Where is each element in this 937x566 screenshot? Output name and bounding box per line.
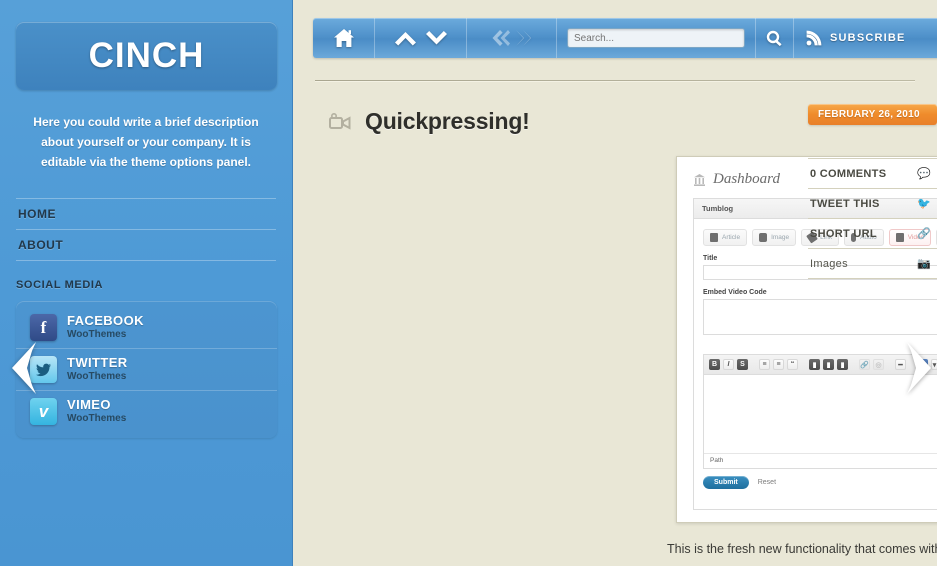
format-label-image: Image bbox=[771, 234, 790, 241]
search-field-cell bbox=[557, 18, 756, 58]
blockquote-icon[interactable]: “ bbox=[787, 359, 798, 370]
post-header: Quickpressing! bbox=[329, 108, 530, 135]
vimeo-icon-glyph: v bbox=[38, 401, 49, 421]
left-sidebar: CINCH Here you could write a brief descr… bbox=[0, 0, 293, 566]
main-content: SUBSCRIBE Quickpressing! bbox=[293, 0, 937, 566]
post-meta-list: 0 COMMENTS 💬 TWEET THIS 🐦 SHORT URL 🔗 Im… bbox=[808, 158, 937, 279]
social-label-facebook: FACEBOOK bbox=[67, 313, 144, 329]
reset-button[interactable]: Reset bbox=[758, 479, 776, 486]
post-date-badge: FEBRUARY 26, 2010 bbox=[808, 104, 937, 125]
site-logo[interactable]: CINCH bbox=[16, 22, 277, 90]
meta-label-images: Images bbox=[810, 257, 848, 270]
editor-mode-tabs: Visual HTML bbox=[703, 342, 937, 354]
article-icon bbox=[710, 233, 718, 242]
bold-icon[interactable]: B bbox=[709, 359, 720, 370]
post-body-text: This is the fresh new functionality that… bbox=[667, 542, 937, 556]
subscribe-label: SUBSCRIBE bbox=[830, 32, 906, 44]
social-label-twitter: TWITTER bbox=[67, 355, 128, 371]
vimeo-icon: v bbox=[30, 398, 57, 425]
meta-row-short-url[interactable]: SHORT URL 🔗 bbox=[808, 218, 937, 248]
image-icon: 📷 bbox=[917, 258, 931, 270]
facebook-icon-glyph: f bbox=[40, 317, 47, 337]
format-label-article: Article bbox=[722, 234, 741, 241]
main-navigation: HOME ABOUT bbox=[16, 198, 276, 261]
social-item-twitter[interactable]: TWITTER WooThemes bbox=[16, 348, 277, 390]
align-right-icon[interactable]: ▮ bbox=[837, 359, 848, 370]
prevnext-nav-buttons[interactable] bbox=[467, 18, 557, 58]
search-input[interactable] bbox=[567, 28, 745, 48]
meta-label-tweet-this: TWEET THIS bbox=[810, 197, 880, 210]
search-button[interactable] bbox=[756, 18, 794, 58]
chevron-left-icon bbox=[12, 342, 36, 394]
nav-item-about[interactable]: ABOUT bbox=[16, 229, 276, 261]
chevron-down-icon[interactable] bbox=[425, 30, 448, 46]
editor-path-bar: Path ◢ bbox=[704, 453, 937, 468]
twitter-bird-icon: 🐦 bbox=[917, 198, 931, 210]
embed-field-textarea[interactable] bbox=[703, 299, 937, 335]
social-sub-vimeo: WooThemes bbox=[67, 413, 127, 425]
format-button-article[interactable]: Article bbox=[703, 229, 748, 246]
meta-row-images[interactable]: Images 📷 bbox=[808, 248, 937, 279]
facebook-icon: f bbox=[30, 314, 57, 341]
page-root: CINCH Here you could write a brief descr… bbox=[0, 0, 937, 566]
format-button-image[interactable]: Image bbox=[752, 229, 797, 246]
home-button[interactable] bbox=[313, 18, 375, 58]
chevron-right-icon bbox=[907, 342, 931, 394]
nav-item-home[interactable]: HOME bbox=[16, 198, 276, 229]
site-bio-text: Here you could write a brief description… bbox=[33, 115, 259, 169]
wordpress-dashboard-icon bbox=[694, 173, 705, 186]
italic-icon[interactable]: I bbox=[723, 359, 734, 370]
align-left-icon[interactable]: ▮ bbox=[809, 359, 820, 370]
home-icon bbox=[333, 29, 354, 47]
top-toolbar: SUBSCRIBE bbox=[313, 18, 937, 58]
double-chevron-left-icon[interactable] bbox=[491, 29, 510, 47]
image-icon bbox=[759, 233, 768, 242]
rss-icon bbox=[806, 30, 822, 46]
double-chevron-right-icon[interactable] bbox=[514, 29, 533, 47]
meta-label-comments: 0 COMMENTS bbox=[810, 167, 887, 180]
site-logo-text: CINCH bbox=[88, 36, 205, 75]
link-icon: 🔗 bbox=[917, 228, 931, 240]
social-media-list: f FACEBOOK WooThemes TWITTER WooThemes v… bbox=[16, 301, 277, 438]
social-media-heading: SOCIAL MEDIA bbox=[16, 279, 104, 291]
video-camera-icon bbox=[329, 112, 351, 130]
content-divider bbox=[315, 77, 915, 82]
subscribe-button[interactable]: SUBSCRIBE bbox=[794, 18, 918, 58]
strikethrough-icon[interactable]: S bbox=[737, 359, 748, 370]
link-icon[interactable]: 🔗 bbox=[859, 359, 870, 370]
embed-field-label: Embed Video Code bbox=[703, 289, 767, 296]
form-actions: Submit Reset bbox=[703, 476, 937, 499]
dashboard-heading-text: Dashboard bbox=[713, 171, 780, 187]
comment-icon: 💬 bbox=[917, 168, 931, 180]
unlink-icon[interactable]: ◎ bbox=[873, 359, 884, 370]
next-post-arrow[interactable] bbox=[903, 340, 935, 396]
align-center-icon[interactable]: ▮ bbox=[823, 359, 834, 370]
tumblog-panel-title: Tumblog bbox=[702, 204, 734, 213]
unordered-list-icon[interactable]: ≡ bbox=[759, 359, 770, 370]
page-title: Quickpressing! bbox=[365, 108, 530, 134]
rich-text-editor: B I S ≡ ≡ “ ▮ ▮ ▮ 🔗 ◎ ━ ▾ Path bbox=[703, 354, 937, 469]
social-sub-facebook: WooThemes bbox=[67, 329, 127, 341]
social-sub-twitter: WooThemes bbox=[67, 371, 127, 383]
updown-nav-buttons[interactable] bbox=[375, 18, 467, 58]
editor-path-label: Path bbox=[710, 457, 724, 464]
chevron-up-icon[interactable] bbox=[394, 30, 417, 46]
social-item-vimeo[interactable]: v VIMEO WooThemes bbox=[16, 390, 277, 432]
search-icon bbox=[766, 30, 782, 46]
meta-row-tweet-this[interactable]: TWEET THIS 🐦 bbox=[808, 188, 937, 218]
social-item-facebook[interactable]: f FACEBOOK WooThemes bbox=[16, 307, 277, 348]
submit-button[interactable]: Submit bbox=[703, 476, 749, 489]
social-label-vimeo: VIMEO bbox=[67, 397, 111, 413]
meta-row-comments[interactable]: 0 COMMENTS 💬 bbox=[808, 158, 937, 188]
meta-label-short-url: SHORT URL bbox=[810, 227, 877, 240]
post-meta-sidebar: FEBRUARY 26, 2010 0 COMMENTS 💬 TWEET THI… bbox=[808, 104, 937, 279]
previous-post-arrow[interactable] bbox=[8, 340, 40, 396]
ordered-list-icon[interactable]: ≡ bbox=[773, 359, 784, 370]
